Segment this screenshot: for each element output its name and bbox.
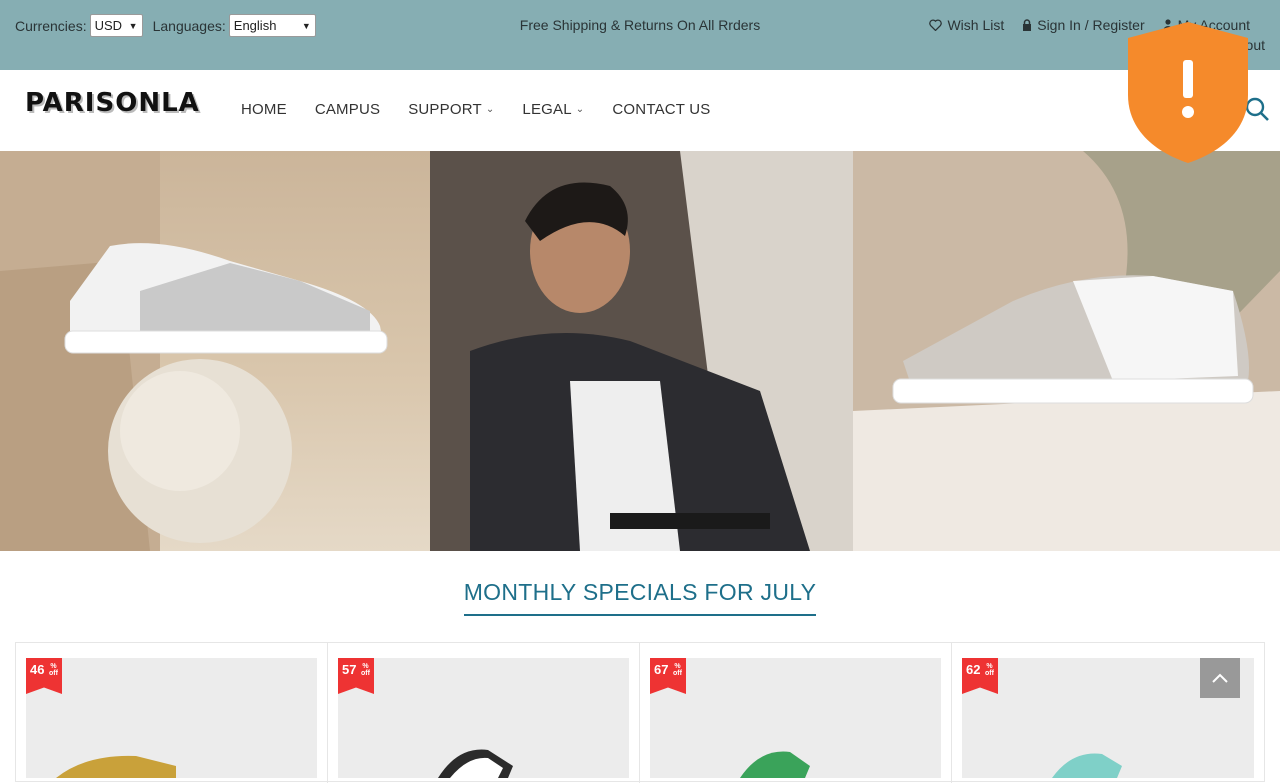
nav-item-contact[interactable]: CONTACT US <box>612 101 710 118</box>
banner-image-shoe-on-block <box>853 151 1280 551</box>
banner-image-shoe-on-stone <box>0 151 430 551</box>
nav-item-campus[interactable]: CAMPUS <box>315 101 380 118</box>
chevron-down-icon: ⌄ <box>575 104 585 115</box>
nav-item-legal[interactable]: LEGAL ⌄ <box>522 101 584 118</box>
product-image[interactable] <box>26 658 317 778</box>
lock-icon <box>1023 19 1032 31</box>
shield-warning-icon[interactable] <box>1126 20 1250 165</box>
nav-label: CONTACT US <box>612 101 711 118</box>
product-grid: 46 % off 57 % off 67 % off 62 % off <box>15 642 1265 783</box>
main-nav: HOME CAMPUS SUPPORT ⌄ LEGAL ⌄ CONTACT US <box>241 101 711 118</box>
nav-label: LEGAL <box>522 101 572 118</box>
nav-label: SUPPORT <box>408 101 482 118</box>
heart-icon <box>929 19 943 31</box>
discount-value: 62 <box>966 662 981 677</box>
chevron-down-icon: ⌄ <box>485 104 495 115</box>
nav-label: CAMPUS <box>314 101 381 118</box>
site-logo[interactable]: PARISONLA <box>25 88 200 118</box>
discount-suffix: % off <box>361 663 370 677</box>
chevron-up-icon <box>1212 673 1228 683</box>
discount-value: 46 <box>30 662 45 677</box>
discount-suffix: % off <box>673 663 682 677</box>
site-header: PARISONLA HOME CAMPUS SUPPORT ⌄ LEGAL ⌄ CO… <box>0 70 1280 151</box>
nav-item-home[interactable]: HOME <box>241 101 287 118</box>
discount-suffix: % off <box>985 663 994 677</box>
back-to-top-button[interactable] <box>1200 658 1240 698</box>
wishlist-link[interactable]: Wish List <box>929 17 1004 33</box>
nav-label: HOME <box>241 101 287 118</box>
discount-value: 67 <box>654 662 669 677</box>
hero-banner[interactable] <box>0 151 1280 551</box>
product-image[interactable] <box>650 658 941 778</box>
product-image[interactable] <box>338 658 629 778</box>
wishlist-label: Wish List <box>947 17 1005 33</box>
section-title: MONTHLY SPECIALS FOR JULY <box>463 579 817 616</box>
product-card[interactable]: 57 % off <box>328 643 640 783</box>
discount-suffix: % off <box>49 663 58 677</box>
nav-item-support[interactable]: SUPPORT ⌄ <box>408 101 494 118</box>
banner-image-model <box>430 151 853 551</box>
discount-value: 57 <box>342 662 357 677</box>
product-card[interactable]: 46 % off <box>16 643 328 783</box>
section-heading: MONTHLY SPECIALS FOR JULY <box>0 579 1280 616</box>
product-card[interactable]: 67 % off <box>640 643 952 783</box>
top-bar: Currencies: USD ▼ Languages: English ▼ F… <box>0 0 1280 70</box>
